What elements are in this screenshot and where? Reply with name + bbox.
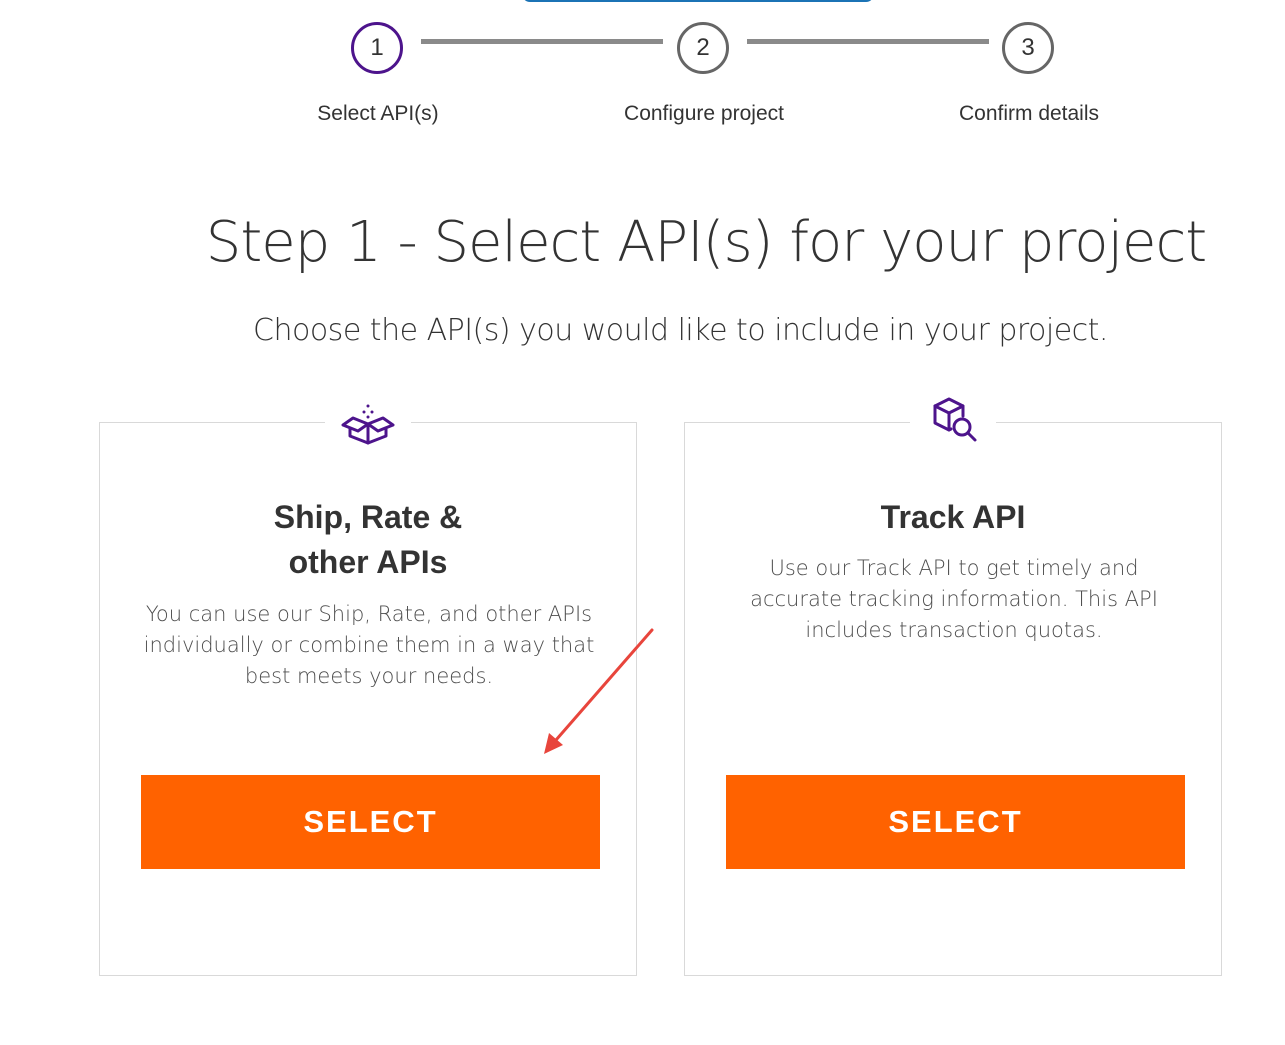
step-1-number: 1 bbox=[370, 34, 384, 61]
page-title: Step 1 - Select API(s) for your project bbox=[205, 210, 1207, 275]
step-3-indicator: 3 bbox=[1002, 22, 1054, 74]
step-2-number: 2 bbox=[696, 34, 710, 61]
page-subtitle: Choose the API(s) you would like to incl… bbox=[253, 313, 1108, 348]
package-search-icon bbox=[933, 397, 977, 442]
step-2-indicator: 2 bbox=[677, 22, 729, 74]
card-title: Ship, Rate & other APIs bbox=[273, 499, 463, 580]
progress-stepper: 1 2 3 Select API(s) Configure project Co… bbox=[0, 0, 1285, 140]
select-ship-rate-button[interactable]: SELECT bbox=[141, 775, 600, 869]
card-description: You can use our Ship, Rate, and other AP… bbox=[143, 602, 595, 688]
api-card-track: Track API Use our Track API to get timel… bbox=[684, 397, 1222, 976]
card-icon-holder bbox=[325, 403, 411, 447]
card-description: Use our Track API to get timely and accu… bbox=[750, 556, 1158, 642]
step-connector-2-3 bbox=[747, 39, 989, 44]
card-title: Track API bbox=[880, 499, 1026, 535]
card-icon-holder bbox=[910, 397, 996, 447]
step-1-indicator: 1 bbox=[351, 22, 403, 74]
step-1-label: Select API(s) bbox=[317, 102, 439, 125]
api-card-ship-rate: Ship, Rate & other APIs You can use our … bbox=[99, 403, 637, 976]
step-3-label: Confirm details bbox=[958, 102, 1100, 125]
open-box-icon bbox=[341, 404, 395, 445]
step-connector-1-2 bbox=[421, 39, 663, 44]
step-2-label: Configure project bbox=[624, 102, 784, 125]
step-3-number: 3 bbox=[1021, 34, 1035, 61]
select-track-button[interactable]: SELECT bbox=[726, 775, 1185, 869]
